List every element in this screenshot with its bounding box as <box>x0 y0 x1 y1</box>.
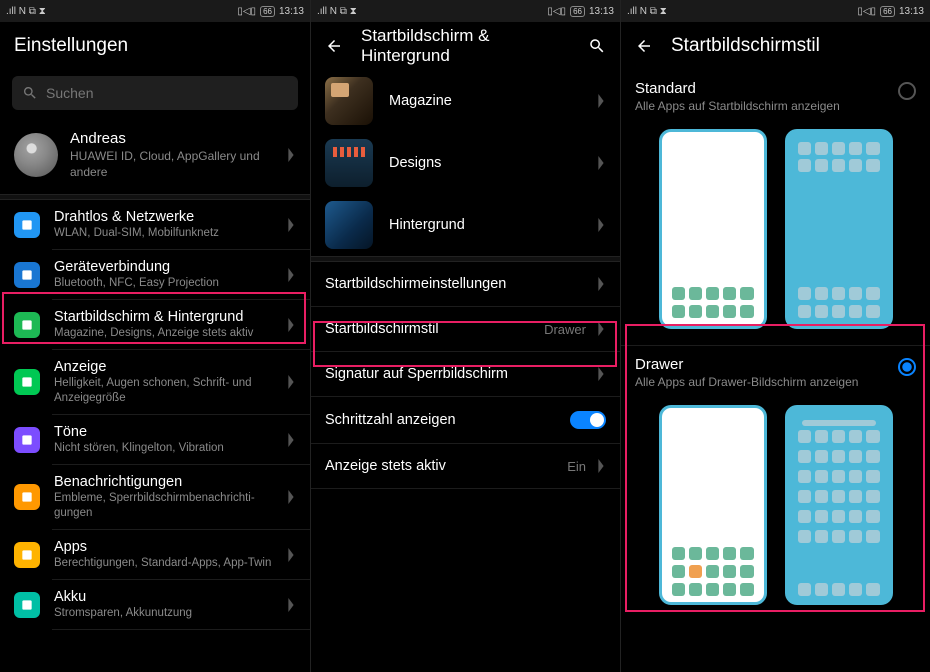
header: Startbildschirmstil <box>621 22 930 70</box>
settings-row[interactable]: Startbildschirmeinstellungen <box>311 262 620 307</box>
item-icon <box>14 427 40 453</box>
panel-settings: .ıll N ⧉ ⧗ ▯◁▯ 66 13:13 Einstellungen Su… <box>0 0 310 672</box>
chevron-right-icon <box>596 277 606 291</box>
settings-item[interactable]: Drahtlos & Netzwerke WLAN, Dual-SIM, Mob… <box>0 200 310 250</box>
radio-standard[interactable] <box>898 82 916 100</box>
settings-item[interactable]: Apps Berechtigungen, Standard-Apps, App-… <box>0 530 310 580</box>
chevron-right-icon <box>286 218 296 232</box>
status-bar: .ıll N ⧉ ⧗ ▯◁▯ 66 13:13 <box>311 0 620 22</box>
status-bar: .ıll N ⧉ ⧗ ▯◁▯ 66 13:13 <box>0 0 310 22</box>
preview-phone <box>659 405 767 605</box>
profile-row[interactable]: Andreas HUAWEI ID, Cloud, AppGallery und… <box>0 120 310 194</box>
item-icon <box>14 592 40 618</box>
preview-phone <box>785 405 893 605</box>
back-icon[interactable] <box>635 37 653 55</box>
chevron-right-icon <box>596 459 606 473</box>
avatar <box>14 133 58 177</box>
page-title: Einstellungen <box>14 35 296 57</box>
chevron-right-icon <box>286 148 296 162</box>
chevron-right-icon <box>286 598 296 612</box>
item-icon <box>14 212 40 238</box>
header: Einstellungen <box>0 22 310 70</box>
chevron-right-icon <box>286 433 296 447</box>
chevron-right-icon <box>286 375 296 389</box>
chevron-right-icon <box>596 322 606 336</box>
search-placeholder: Suchen <box>46 85 93 101</box>
wallpaper-thumb <box>325 201 373 249</box>
option-drawer[interactable]: Drawer Alle Apps auf Drawer-Bildschirm a… <box>621 345 930 621</box>
chevron-right-icon <box>286 490 296 504</box>
designs-thumb <box>325 139 373 187</box>
search-icon[interactable] <box>588 37 606 55</box>
page-title: Startbildschirmstil <box>671 35 916 57</box>
settings-item[interactable]: Geräteverbindung Bluetooth, NFC, Easy Pr… <box>0 250 310 300</box>
settings-row[interactable]: Signatur auf Sperrbildschirm <box>311 352 620 397</box>
row-wallpaper[interactable]: Hintergrund <box>311 194 620 256</box>
preview-phone <box>785 129 893 329</box>
chevron-right-icon <box>596 156 606 170</box>
settings-row[interactable]: Anzeige stets aktivEin <box>311 444 620 489</box>
item-icon <box>14 542 40 568</box>
settings-item[interactable]: Startbildschirm & Hintergrund Magazine, … <box>0 300 310 350</box>
item-icon <box>14 312 40 338</box>
item-icon <box>14 262 40 288</box>
page-title: Startbildschirm & Hintergrund <box>361 26 570 66</box>
back-icon[interactable] <box>325 37 343 55</box>
magazine-thumb <box>325 77 373 125</box>
radio-drawer[interactable] <box>898 358 916 376</box>
row-designs[interactable]: Designs <box>311 132 620 194</box>
search-icon <box>22 85 38 101</box>
chevron-right-icon <box>286 548 296 562</box>
item-icon <box>14 484 40 510</box>
toggle[interactable] <box>570 411 606 429</box>
profile-sub: HUAWEI ID, Cloud, AppGallery und andere <box>70 149 274 180</box>
option-standard[interactable]: Standard Alle Apps auf Startbildschirm a… <box>621 70 930 345</box>
status-bar: .ıll N ⧉ ⧗ ▯◁▯ 66 13:13 <box>621 0 930 22</box>
chevron-right-icon <box>596 94 606 108</box>
settings-item[interactable]: Akku Stromsparen, Akkunutzung <box>0 580 310 630</box>
item-icon <box>14 369 40 395</box>
panel-homescreen-bg: .ıll N ⧉ ⧗ ▯◁▯ 66 13:13 Startbildschirm … <box>310 0 620 672</box>
profile-name: Andreas <box>70 130 274 147</box>
panel-homescreen-style: .ıll N ⧉ ⧗ ▯◁▯ 66 13:13 Startbildschirms… <box>620 0 930 672</box>
settings-row[interactable]: StartbildschirmstilDrawer <box>311 307 620 352</box>
settings-row[interactable]: Schrittzahl anzeigen <box>311 397 620 444</box>
settings-item[interactable]: Anzeige Helligkeit, Augen schonen, Schri… <box>0 350 310 415</box>
chevron-right-icon <box>596 367 606 381</box>
search-input[interactable]: Suchen <box>12 76 298 110</box>
row-magazine[interactable]: Magazine <box>311 70 620 132</box>
settings-item[interactable]: Benachrichtigungen Embleme, Sperrbildsch… <box>0 465 310 530</box>
chevron-right-icon <box>286 268 296 282</box>
header: Startbildschirm & Hintergrund <box>311 22 620 70</box>
chevron-right-icon <box>596 218 606 232</box>
settings-item[interactable]: Töne Nicht stören, Klingelton, Vibration <box>0 415 310 465</box>
chevron-right-icon <box>286 318 296 332</box>
preview-phone <box>659 129 767 329</box>
